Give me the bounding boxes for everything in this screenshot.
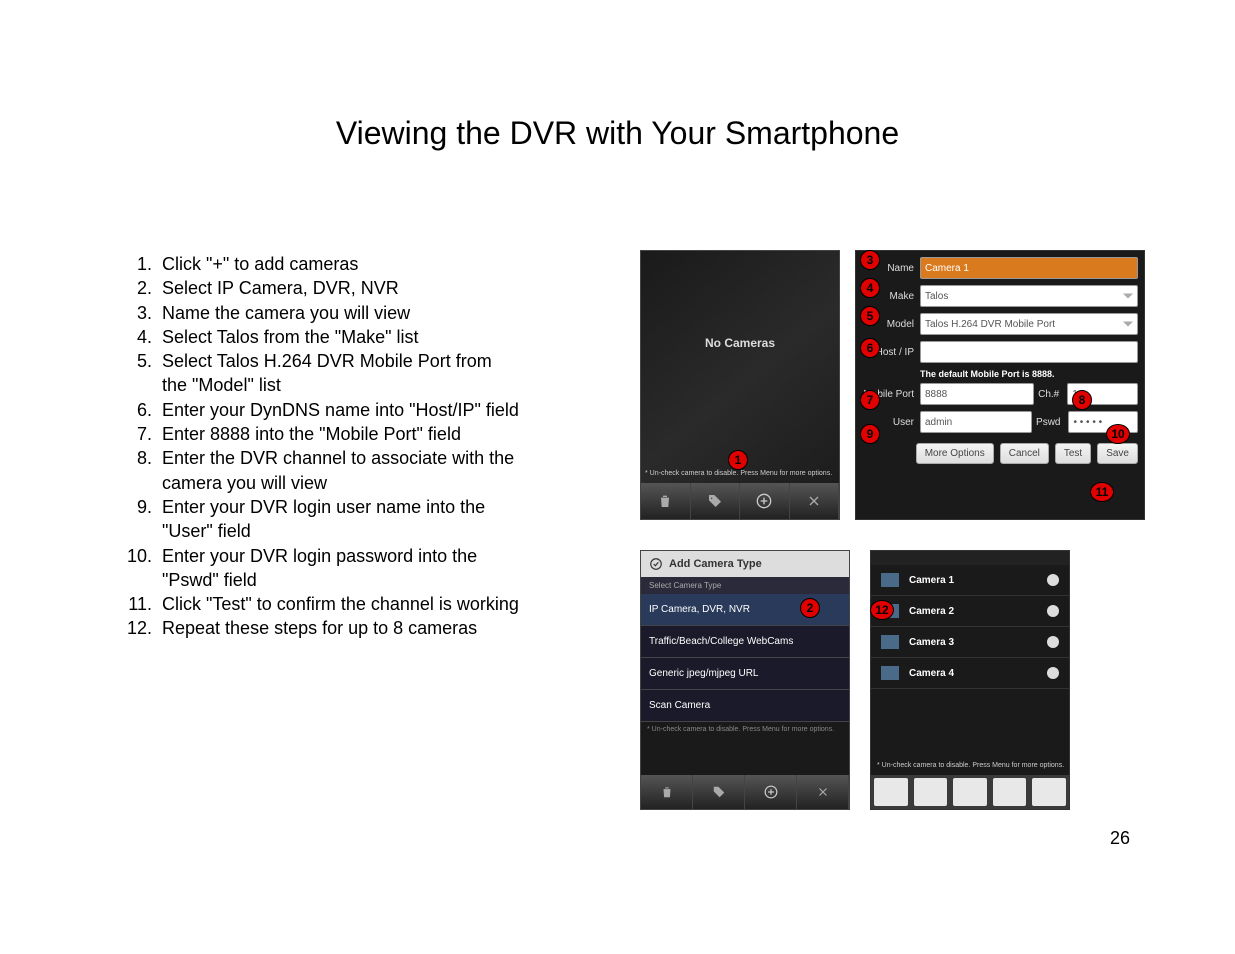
page-number: 26 [1110,828,1130,849]
camera-list-item[interactable]: Camera 1 [871,565,1069,596]
camera-list-item[interactable]: Camera 2 [871,596,1069,627]
tag-icon[interactable] [693,775,745,809]
toolbar-button[interactable] [953,778,987,806]
toolbar-button[interactable] [1032,778,1066,806]
plus-icon[interactable] [740,483,790,519]
callout-6: 6 [860,338,880,358]
camera-radio[interactable] [1047,574,1059,586]
plus-icon[interactable] [745,775,797,809]
camera-thumbnail [881,573,899,587]
callout-2: 2 [800,598,820,618]
status-bar [871,551,1069,565]
instruction-item: Name the camera you will view [120,301,520,325]
callout-8: 8 [1072,390,1092,410]
instruction-item: Enter 8888 into the "Mobile Port" field [120,422,520,446]
port-input[interactable]: 8888 [920,383,1034,405]
callout-9: 9 [860,424,880,444]
instruction-item: Enter your DVR login user name into the … [120,495,520,544]
callout-11: 11 [1090,482,1114,502]
screenshot-camera-form: Name Camera 1 Make Talos Model Talos H.2… [855,250,1145,520]
no-cameras-hint: * Un-check camera to disable. Press Menu… [645,470,835,477]
toolbar [641,775,849,809]
trash-icon[interactable] [641,775,693,809]
save-button[interactable]: Save [1097,443,1138,464]
instruction-item: Enter your DVR login password into the "… [120,544,520,593]
instruction-item: Select Talos from the "Make" list [120,325,520,349]
camera-name: Camera 4 [909,668,1047,679]
screenshot-camera-list: Camera 1 Camera 2 Camera 3 Camera 4 * Un… [870,550,1070,810]
screenshot-no-cameras: No Cameras * Un-check camera to disable.… [640,250,840,520]
more-options-button[interactable]: More Options [916,443,994,464]
toolbar [641,483,839,519]
camera-thumbnail [881,635,899,649]
no-cameras-label: No Cameras [641,336,839,350]
dialog-subtitle: Select Camera Type [641,577,849,594]
camera-type-option[interactable]: Scan Camera [641,690,849,722]
instruction-item: Select IP Camera, DVR, NVR [120,276,520,300]
camera-list-item[interactable]: Camera 4 [871,658,1069,689]
dialog-header: Add Camera Type [641,551,849,577]
chevron-down-icon [1123,294,1133,299]
host-input[interactable] [920,341,1138,363]
toolbar-button[interactable] [914,778,948,806]
instruction-item: Click "Test" to confirm the channel is w… [120,592,520,616]
circle-check-icon [649,557,663,571]
scissors-icon[interactable] [797,775,849,809]
camera-name: Camera 2 [909,606,1047,617]
camera-radio[interactable] [1047,667,1059,679]
camera-list-item[interactable]: Camera 3 [871,627,1069,658]
toolbar-button[interactable] [874,778,908,806]
cancel-button[interactable]: Cancel [1000,443,1049,464]
camera-thumbnail [881,666,899,680]
callout-12: 12 [870,600,894,620]
camera-type-option[interactable]: Generic jpeg/mjpeg URL [641,658,849,690]
port-hint: The default Mobile Port is 8888. [920,369,1138,379]
instructions-list: Click "+" to add cameras Select IP Camer… [120,252,520,641]
name-input[interactable]: Camera 1 [920,257,1138,279]
chevron-down-icon [1123,322,1133,327]
camera-radio[interactable] [1047,636,1059,648]
list-hint: * Un-check camera to disable. Press Menu… [877,762,1067,769]
make-select[interactable]: Talos [920,285,1138,307]
camera-name: Camera 3 [909,637,1047,648]
dialog-hint: * Un-check camera to disable. Press Menu… [641,722,849,735]
model-select[interactable]: Talos H.264 DVR Mobile Port [920,313,1138,335]
callout-5: 5 [860,306,880,326]
callout-4: 4 [860,278,880,298]
callout-10: 10 [1106,424,1130,444]
instruction-item: Select Talos H.264 DVR Mobile Port from … [120,349,520,398]
channel-label: Ch.# [1034,389,1063,400]
scissors-icon[interactable] [790,483,840,519]
instruction-item: Repeat these steps for up to 8 cameras [120,616,520,640]
user-input[interactable]: admin [920,411,1032,433]
toolbar-button[interactable] [993,778,1027,806]
camera-type-option[interactable]: Traffic/Beach/College WebCams [641,626,849,658]
pswd-label: Pswd [1032,417,1064,428]
test-button[interactable]: Test [1055,443,1091,464]
callout-1: 1 [728,450,748,470]
instruction-item: Enter your DynDNS name into "Host/IP" fi… [120,398,520,422]
instruction-item: Enter the DVR channel to associate with … [120,446,520,495]
trash-icon[interactable] [641,483,691,519]
tag-icon[interactable] [691,483,741,519]
callout-3: 3 [860,250,880,270]
toolbar [871,775,1069,809]
callout-7: 7 [860,390,880,410]
camera-radio[interactable] [1047,605,1059,617]
camera-name: Camera 1 [909,575,1047,586]
page-title: Viewing the DVR with Your Smartphone [0,115,1235,152]
instruction-item: Click "+" to add cameras [120,252,520,276]
screenshot-add-camera-type: Add Camera Type Select Camera Type IP Ca… [640,550,850,810]
